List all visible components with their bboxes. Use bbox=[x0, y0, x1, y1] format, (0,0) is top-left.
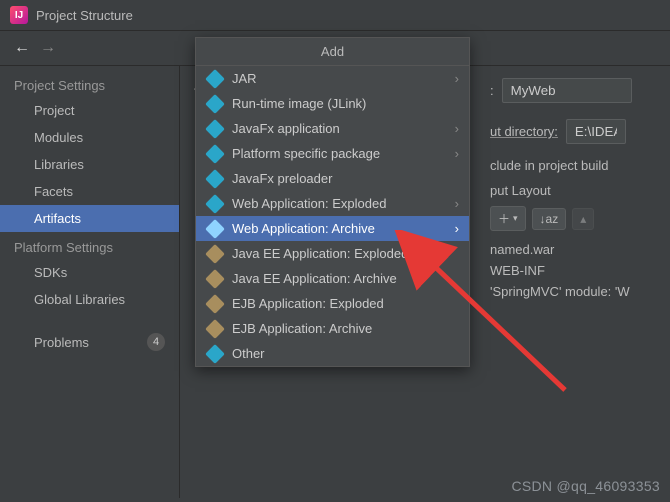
tree-row-module[interactable]: 'SpringMVC' module: 'W bbox=[490, 281, 658, 302]
sidebar-item-problems[interactable]: Problems 4 bbox=[0, 327, 179, 357]
popup-item-web-application-archive[interactable]: Web Application: Archive › bbox=[196, 216, 469, 241]
sidebar-item-modules[interactable]: Modules bbox=[0, 124, 179, 151]
artifact-type-icon bbox=[205, 269, 225, 289]
name-label: : bbox=[490, 83, 494, 98]
popup-item-ejb-application-archive[interactable]: EJB Application: Archive bbox=[196, 316, 469, 341]
artifact-type-icon bbox=[205, 169, 225, 189]
popup-item-run-time-image-jlink[interactable]: Run-time image (JLink) bbox=[196, 91, 469, 116]
sidebar-item-project[interactable]: Project bbox=[0, 97, 179, 124]
sidebar-item-sdks[interactable]: SDKs bbox=[0, 259, 179, 286]
layout-add-button[interactable]: ＋▾ bbox=[490, 206, 526, 231]
popup-item-label: Java EE Application: Exploded bbox=[232, 246, 408, 261]
back-arrow-icon[interactable]: ← bbox=[14, 39, 30, 57]
sidebar-item-label: Project bbox=[34, 103, 74, 118]
submenu-indicator-icon: › bbox=[455, 146, 459, 161]
submenu-indicator-icon: › bbox=[455, 71, 459, 86]
submenu-indicator-icon: › bbox=[455, 221, 459, 236]
popup-item-label: Run-time image (JLink) bbox=[232, 96, 366, 111]
artifact-type-icon bbox=[205, 194, 225, 214]
sidebar-item-global-libraries[interactable]: Global Libraries bbox=[0, 286, 179, 313]
popup-item-javafx-application[interactable]: JavaFx application › bbox=[196, 116, 469, 141]
tree-label: WEB-INF bbox=[490, 263, 545, 278]
add-artifact-popup: Add JAR › Run-time image (JLink) JavaFx app… bbox=[195, 37, 470, 367]
include-build-row[interactable]: clude in project build bbox=[490, 158, 658, 173]
output-dir-row: ut directory: bbox=[490, 119, 658, 144]
window-title: Project Structure bbox=[36, 8, 133, 23]
popup-item-label: EJB Application: Archive bbox=[232, 321, 372, 336]
sidebar-item-label: Artifacts bbox=[34, 211, 81, 226]
artifact-type-icon bbox=[205, 69, 225, 89]
popup-item-label: JAR bbox=[232, 71, 257, 86]
sidebar-item-label: Problems bbox=[34, 335, 89, 350]
sidebar-item-libraries[interactable]: Libraries bbox=[0, 151, 179, 178]
popup-item-platform-specific-package[interactable]: Platform specific package › bbox=[196, 141, 469, 166]
artifact-type-icon bbox=[205, 94, 225, 114]
popup-item-label: Other bbox=[232, 346, 265, 361]
popup-item-label: JavaFx application bbox=[232, 121, 340, 136]
layout-sort-button[interactable]: ↓az bbox=[532, 208, 567, 230]
popup-item-java-ee-application-archive[interactable]: Java EE Application: Archive bbox=[196, 266, 469, 291]
sidebar-item-label: Global Libraries bbox=[34, 292, 125, 307]
popup-item-ejb-application-exploded[interactable]: EJB Application: Exploded bbox=[196, 291, 469, 316]
layout-toolbar: ＋▾ ↓az ▴ bbox=[490, 206, 658, 231]
popup-item-label: EJB Application: Exploded bbox=[232, 296, 384, 311]
popup-item-jar[interactable]: JAR › bbox=[196, 66, 469, 91]
output-dir-input[interactable] bbox=[566, 119, 626, 144]
popup-item-other[interactable]: Other bbox=[196, 341, 469, 366]
sidebar-item-label: Libraries bbox=[34, 157, 84, 172]
popup-title: Add bbox=[196, 38, 469, 66]
artifact-type-icon bbox=[205, 119, 225, 139]
sidebar-item-artifacts[interactable]: Artifacts bbox=[0, 205, 179, 232]
output-layout-label: put Layout bbox=[490, 183, 658, 198]
sidebar-group-platform-settings: Platform Settings bbox=[0, 232, 179, 259]
tree-label: named.war bbox=[490, 242, 554, 257]
sidebar-item-label: Modules bbox=[34, 130, 83, 145]
artifact-type-icon bbox=[205, 144, 225, 164]
sidebar: Project Settings Project Modules Librari… bbox=[0, 66, 180, 498]
sidebar-item-label: SDKs bbox=[34, 265, 67, 280]
popup-item-label: Platform specific package bbox=[232, 146, 380, 161]
tree-row-folder[interactable]: WEB-INF bbox=[490, 260, 658, 281]
include-build-label: clude in project build bbox=[490, 158, 609, 173]
tree-label: 'SpringMVC' module: 'W bbox=[490, 284, 630, 299]
problems-count-badge: 4 bbox=[147, 333, 165, 351]
name-row: : bbox=[490, 78, 658, 103]
artifact-type-icon bbox=[205, 244, 225, 264]
popup-item-label: Web Application: Exploded bbox=[232, 196, 386, 211]
artifact-type-icon bbox=[205, 344, 225, 364]
popup-item-label: JavaFx preloader bbox=[232, 171, 332, 186]
sidebar-item-label: Facets bbox=[34, 184, 73, 199]
app-logo-icon: IJ bbox=[10, 6, 28, 24]
artifact-type-icon bbox=[205, 219, 225, 239]
layout-up-button[interactable]: ▴ bbox=[572, 208, 594, 230]
artifact-name-input[interactable] bbox=[502, 78, 632, 103]
submenu-indicator-icon: › bbox=[455, 196, 459, 211]
popup-item-label: Web Application: Archive bbox=[232, 221, 375, 236]
sidebar-group-project-settings: Project Settings bbox=[0, 70, 179, 97]
titlebar: IJ Project Structure bbox=[0, 0, 670, 31]
tree-row-root[interactable]: named.war bbox=[490, 239, 658, 260]
popup-item-javafx-preloader[interactable]: JavaFx preloader bbox=[196, 166, 469, 191]
output-tree: named.war WEB-INF 'SpringMVC' module: 'W bbox=[490, 239, 658, 302]
forward-arrow-icon[interactable]: → bbox=[40, 39, 56, 57]
artifact-type-icon bbox=[205, 319, 225, 339]
submenu-indicator-icon: › bbox=[455, 121, 459, 136]
sidebar-item-facets[interactable]: Facets bbox=[0, 178, 179, 205]
popup-item-java-ee-application-exploded[interactable]: Java EE Application: Exploded bbox=[196, 241, 469, 266]
artifact-type-icon bbox=[205, 294, 225, 314]
output-dir-label: ut directory: bbox=[490, 124, 558, 139]
popup-item-web-application-exploded[interactable]: Web Application: Exploded › bbox=[196, 191, 469, 216]
popup-item-label: Java EE Application: Archive bbox=[232, 271, 397, 286]
watermark: CSDN @qq_46093353 bbox=[511, 478, 660, 494]
